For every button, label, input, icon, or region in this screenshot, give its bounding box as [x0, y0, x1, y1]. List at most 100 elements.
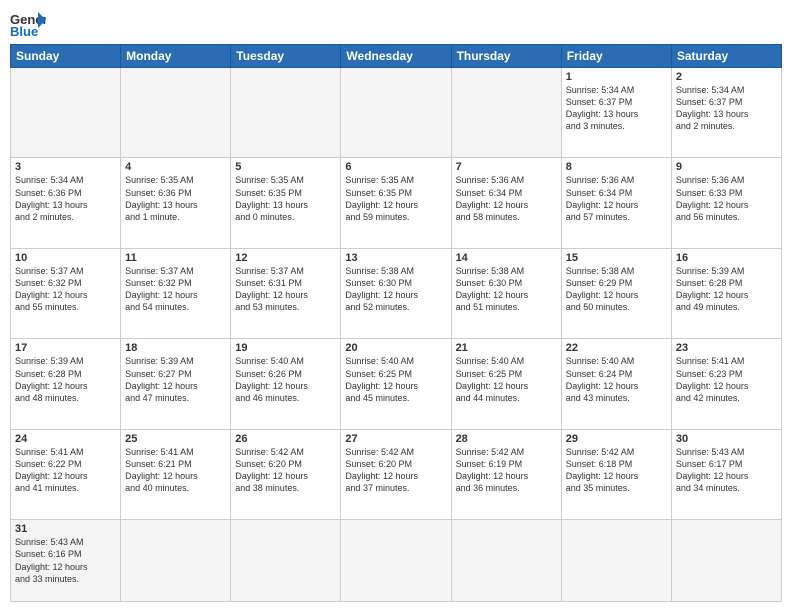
day-info: Sunrise: 5:37 AM Sunset: 6:31 PM Dayligh…: [235, 265, 336, 314]
weekday-saturday: Saturday: [671, 45, 781, 68]
day-info: Sunrise: 5:34 AM Sunset: 6:37 PM Dayligh…: [566, 84, 667, 133]
day-info: Sunrise: 5:42 AM Sunset: 6:18 PM Dayligh…: [566, 446, 667, 495]
day-info: Sunrise: 5:42 AM Sunset: 6:19 PM Dayligh…: [456, 446, 557, 495]
day-cell: 15Sunrise: 5:38 AM Sunset: 6:29 PM Dayli…: [561, 248, 671, 338]
day-info: Sunrise: 5:34 AM Sunset: 6:36 PM Dayligh…: [15, 174, 116, 223]
day-info: Sunrise: 5:37 AM Sunset: 6:32 PM Dayligh…: [125, 265, 226, 314]
day-info: Sunrise: 5:35 AM Sunset: 6:36 PM Dayligh…: [125, 174, 226, 223]
day-cell: 22Sunrise: 5:40 AM Sunset: 6:24 PM Dayli…: [561, 339, 671, 429]
day-number: 5: [235, 161, 336, 173]
day-number: 25: [125, 433, 226, 445]
day-info: Sunrise: 5:36 AM Sunset: 6:34 PM Dayligh…: [456, 174, 557, 223]
day-cell: [231, 520, 341, 602]
day-cell: [341, 68, 451, 158]
weekday-wednesday: Wednesday: [341, 45, 451, 68]
day-number: 7: [456, 161, 557, 173]
day-cell: 17Sunrise: 5:39 AM Sunset: 6:28 PM Dayli…: [11, 339, 121, 429]
day-cell: 7Sunrise: 5:36 AM Sunset: 6:34 PM Daylig…: [451, 158, 561, 248]
day-info: Sunrise: 5:35 AM Sunset: 6:35 PM Dayligh…: [235, 174, 336, 223]
week-row-1: 3Sunrise: 5:34 AM Sunset: 6:36 PM Daylig…: [11, 158, 782, 248]
day-cell: [451, 520, 561, 602]
day-info: Sunrise: 5:36 AM Sunset: 6:33 PM Dayligh…: [676, 174, 777, 223]
day-cell: 26Sunrise: 5:42 AM Sunset: 6:20 PM Dayli…: [231, 429, 341, 519]
day-number: 28: [456, 433, 557, 445]
day-info: Sunrise: 5:38 AM Sunset: 6:30 PM Dayligh…: [456, 265, 557, 314]
day-info: Sunrise: 5:43 AM Sunset: 6:16 PM Dayligh…: [15, 536, 116, 585]
day-number: 1: [566, 71, 667, 83]
weekday-tuesday: Tuesday: [231, 45, 341, 68]
day-number: 10: [15, 252, 116, 264]
day-info: Sunrise: 5:39 AM Sunset: 6:28 PM Dayligh…: [676, 265, 777, 314]
week-row-3: 17Sunrise: 5:39 AM Sunset: 6:28 PM Dayli…: [11, 339, 782, 429]
day-cell: 5Sunrise: 5:35 AM Sunset: 6:35 PM Daylig…: [231, 158, 341, 248]
day-number: 24: [15, 433, 116, 445]
day-info: Sunrise: 5:41 AM Sunset: 6:21 PM Dayligh…: [125, 446, 226, 495]
weekday-header-row: SundayMondayTuesdayWednesdayThursdayFrid…: [11, 45, 782, 68]
day-cell: 10Sunrise: 5:37 AM Sunset: 6:32 PM Dayli…: [11, 248, 121, 338]
day-cell: 8Sunrise: 5:36 AM Sunset: 6:34 PM Daylig…: [561, 158, 671, 248]
day-info: Sunrise: 5:39 AM Sunset: 6:27 PM Dayligh…: [125, 355, 226, 404]
header: General Blue: [10, 10, 782, 38]
day-cell: 19Sunrise: 5:40 AM Sunset: 6:26 PM Dayli…: [231, 339, 341, 429]
day-info: Sunrise: 5:43 AM Sunset: 6:17 PM Dayligh…: [676, 446, 777, 495]
week-row-0: 1Sunrise: 5:34 AM Sunset: 6:37 PM Daylig…: [11, 68, 782, 158]
day-number: 13: [345, 252, 446, 264]
day-number: 31: [15, 523, 116, 535]
day-cell: 23Sunrise: 5:41 AM Sunset: 6:23 PM Dayli…: [671, 339, 781, 429]
day-cell: 16Sunrise: 5:39 AM Sunset: 6:28 PM Dayli…: [671, 248, 781, 338]
day-cell: 18Sunrise: 5:39 AM Sunset: 6:27 PM Dayli…: [121, 339, 231, 429]
day-number: 6: [345, 161, 446, 173]
day-cell: [11, 68, 121, 158]
day-info: Sunrise: 5:40 AM Sunset: 6:25 PM Dayligh…: [345, 355, 446, 404]
day-cell: 25Sunrise: 5:41 AM Sunset: 6:21 PM Dayli…: [121, 429, 231, 519]
day-cell: 4Sunrise: 5:35 AM Sunset: 6:36 PM Daylig…: [121, 158, 231, 248]
weekday-sunday: Sunday: [11, 45, 121, 68]
day-cell: 31Sunrise: 5:43 AM Sunset: 6:16 PM Dayli…: [11, 520, 121, 602]
day-info: Sunrise: 5:37 AM Sunset: 6:32 PM Dayligh…: [15, 265, 116, 314]
day-cell: 27Sunrise: 5:42 AM Sunset: 6:20 PM Dayli…: [341, 429, 451, 519]
day-cell: [451, 68, 561, 158]
day-cell: [121, 520, 231, 602]
day-cell: 24Sunrise: 5:41 AM Sunset: 6:22 PM Dayli…: [11, 429, 121, 519]
day-info: Sunrise: 5:38 AM Sunset: 6:29 PM Dayligh…: [566, 265, 667, 314]
day-number: 23: [676, 342, 777, 354]
day-info: Sunrise: 5:41 AM Sunset: 6:23 PM Dayligh…: [676, 355, 777, 404]
day-cell: [341, 520, 451, 602]
day-number: 19: [235, 342, 336, 354]
day-number: 15: [566, 252, 667, 264]
logo-icon: General Blue: [10, 10, 46, 38]
day-cell: 14Sunrise: 5:38 AM Sunset: 6:30 PM Dayli…: [451, 248, 561, 338]
day-cell: [231, 68, 341, 158]
day-number: 26: [235, 433, 336, 445]
day-info: Sunrise: 5:42 AM Sunset: 6:20 PM Dayligh…: [345, 446, 446, 495]
day-number: 21: [456, 342, 557, 354]
day-cell: 6Sunrise: 5:35 AM Sunset: 6:35 PM Daylig…: [341, 158, 451, 248]
day-info: Sunrise: 5:36 AM Sunset: 6:34 PM Dayligh…: [566, 174, 667, 223]
week-row-2: 10Sunrise: 5:37 AM Sunset: 6:32 PM Dayli…: [11, 248, 782, 338]
day-number: 9: [676, 161, 777, 173]
day-cell: [121, 68, 231, 158]
day-cell: [671, 520, 781, 602]
week-row-4: 24Sunrise: 5:41 AM Sunset: 6:22 PM Dayli…: [11, 429, 782, 519]
day-cell: 21Sunrise: 5:40 AM Sunset: 6:25 PM Dayli…: [451, 339, 561, 429]
day-info: Sunrise: 5:41 AM Sunset: 6:22 PM Dayligh…: [15, 446, 116, 495]
page: General Blue SundayMondayTuesdayWednesda…: [0, 0, 792, 612]
day-info: Sunrise: 5:34 AM Sunset: 6:37 PM Dayligh…: [676, 84, 777, 133]
weekday-friday: Friday: [561, 45, 671, 68]
day-cell: 13Sunrise: 5:38 AM Sunset: 6:30 PM Dayli…: [341, 248, 451, 338]
day-number: 27: [345, 433, 446, 445]
day-number: 4: [125, 161, 226, 173]
day-number: 12: [235, 252, 336, 264]
day-cell: 28Sunrise: 5:42 AM Sunset: 6:19 PM Dayli…: [451, 429, 561, 519]
day-number: 18: [125, 342, 226, 354]
day-cell: 30Sunrise: 5:43 AM Sunset: 6:17 PM Dayli…: [671, 429, 781, 519]
day-cell: 29Sunrise: 5:42 AM Sunset: 6:18 PM Dayli…: [561, 429, 671, 519]
day-cell: 1Sunrise: 5:34 AM Sunset: 6:37 PM Daylig…: [561, 68, 671, 158]
calendar-table: SundayMondayTuesdayWednesdayThursdayFrid…: [10, 44, 782, 602]
day-number: 14: [456, 252, 557, 264]
day-number: 29: [566, 433, 667, 445]
day-number: 20: [345, 342, 446, 354]
day-info: Sunrise: 5:40 AM Sunset: 6:26 PM Dayligh…: [235, 355, 336, 404]
weekday-thursday: Thursday: [451, 45, 561, 68]
svg-text:Blue: Blue: [10, 24, 38, 38]
